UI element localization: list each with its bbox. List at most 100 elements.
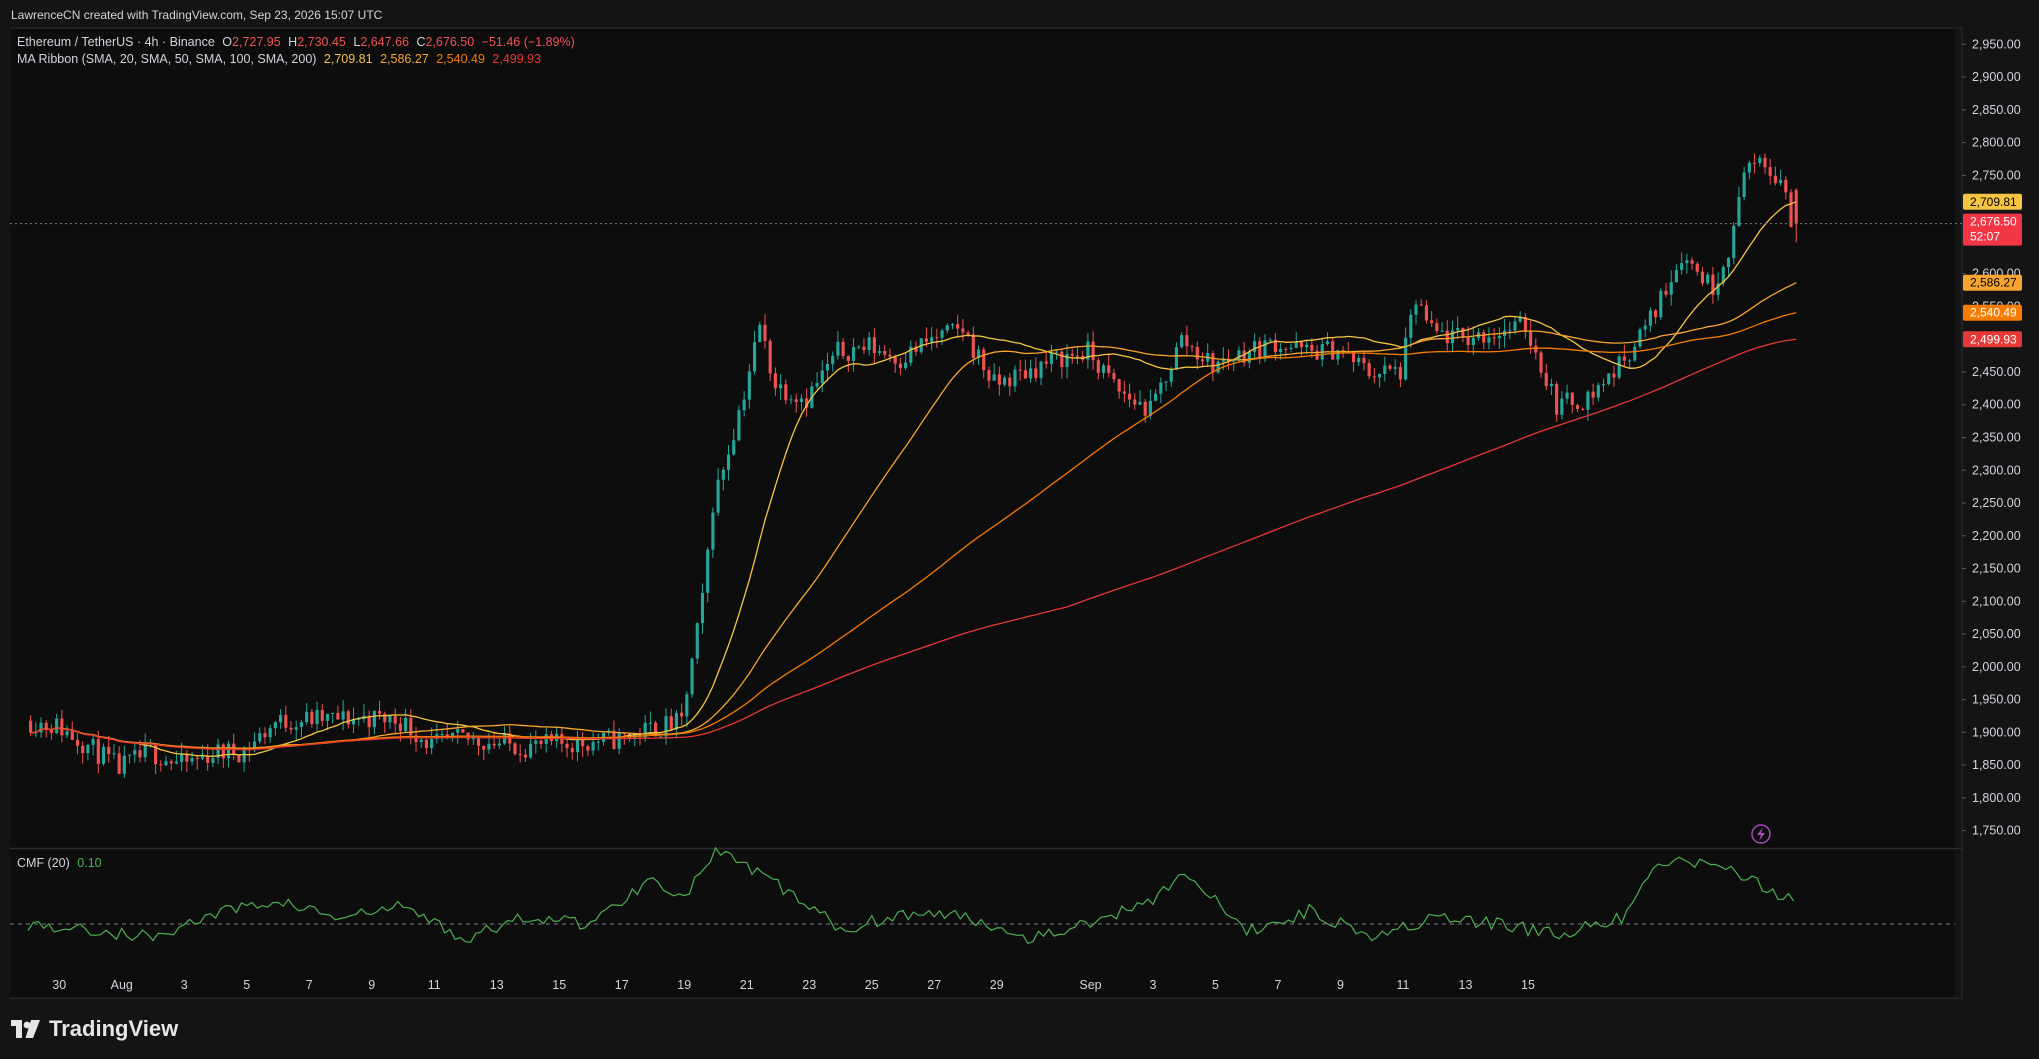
candle-body (1794, 189, 1798, 224)
candle-body (1101, 365, 1106, 373)
candle-body (1034, 368, 1038, 378)
price-tick-label: 1,800.00 (1972, 791, 2021, 805)
time-tick-label: 29 (990, 978, 1004, 992)
time-tick-label: 13 (490, 978, 504, 992)
candle-body (831, 355, 835, 364)
candle-body (1289, 347, 1293, 350)
candle-body (857, 346, 861, 348)
candle-body (1633, 346, 1637, 361)
candle-body (1726, 257, 1731, 268)
candle-body (1378, 373, 1382, 378)
candle-body (398, 723, 402, 732)
candle-body (258, 733, 262, 742)
candle-body (1154, 393, 1158, 401)
candle-body (1659, 290, 1663, 318)
candle-body (1612, 373, 1616, 378)
candle-body (195, 757, 199, 759)
candle-body (1388, 365, 1392, 369)
price-tick-label: 1,750.00 (1972, 824, 2021, 838)
price-tick-label: 2,450.00 (1972, 365, 2021, 379)
candle-body (1138, 401, 1142, 405)
candle-body (1263, 340, 1267, 358)
candle-body (1424, 305, 1428, 321)
candle-body (1643, 325, 1647, 330)
candle-body (1122, 391, 1126, 394)
candle-body (773, 373, 777, 389)
candle-body (961, 328, 965, 333)
candle-body (190, 757, 194, 762)
candle-body (1096, 360, 1100, 373)
candle-body (1284, 348, 1288, 350)
time-tick-label: 17 (615, 978, 629, 992)
candle-body (612, 730, 616, 749)
symbol-name[interactable]: Ethereum / TetherUS · 4h · Binance (17, 35, 215, 49)
candle-body (1169, 368, 1173, 382)
candle-body (487, 743, 491, 750)
candle-body (1430, 320, 1434, 324)
candle-body (1211, 353, 1215, 373)
candle-body (1789, 192, 1793, 228)
candle-body (128, 754, 132, 756)
candle-body (768, 340, 772, 374)
candle-body (685, 694, 689, 717)
candle-body (1180, 335, 1184, 348)
candle-body (1732, 225, 1736, 258)
candle-body (534, 740, 538, 744)
candle-body (1492, 337, 1496, 339)
candle-body (273, 722, 277, 729)
candle-body (1628, 360, 1632, 362)
candle-body (263, 733, 267, 738)
candle-body (872, 337, 876, 353)
candle-body (1565, 392, 1569, 399)
candle-body (86, 744, 90, 754)
candle-body (1695, 263, 1699, 272)
candle-body (1237, 350, 1241, 361)
candle-body (1471, 337, 1475, 346)
time-tick-label: 9 (1337, 978, 1344, 992)
candle-body (1690, 260, 1694, 264)
tradingview-branding[interactable]: TradingView (11, 1016, 178, 1042)
candle-body (1763, 157, 1767, 168)
candle-body (1174, 347, 1178, 369)
candle-body (570, 748, 574, 753)
candle-body (174, 761, 178, 764)
candle-body (940, 330, 944, 338)
candle-body (1450, 330, 1455, 344)
ma-ribbon-label[interactable]: MA Ribbon (SMA, 20, SMA, 50, SMA, 100, S… (17, 52, 316, 66)
candle-body (1383, 365, 1387, 374)
candle-body (1575, 404, 1580, 409)
candle-body (503, 733, 507, 744)
candle-body (289, 727, 293, 730)
candle-body (966, 332, 970, 335)
candle-body (1445, 330, 1449, 344)
candle-body (268, 728, 272, 738)
candle-body (476, 737, 481, 746)
candle-body (388, 716, 392, 723)
candle-body (117, 753, 121, 774)
candle-body (1372, 376, 1376, 378)
ma-value-20: 2,709.81 (323, 52, 373, 66)
candle-body (1128, 393, 1132, 400)
candle-body (221, 744, 225, 759)
time-tick-label: 11 (1397, 978, 1410, 992)
chart-canvas[interactable]: 2,950.00 2,900.00 2,850.00 2,800.00 2,750.00… (0, 0, 2039, 1059)
candle-body (456, 729, 460, 733)
candle-body (284, 714, 288, 728)
candle-body (29, 720, 33, 733)
candle-body (1784, 179, 1788, 193)
price-tick-label: 2,100.00 (1972, 594, 2021, 608)
candle-body (492, 743, 496, 746)
candle-body (1018, 369, 1022, 371)
candle-body (669, 716, 673, 730)
candle-body (1664, 290, 1668, 295)
candle-body (44, 722, 48, 729)
price-badge-5: 2,499.93 (1963, 331, 2022, 348)
cmf-label[interactable]: CMF (20) (17, 856, 70, 870)
candle-body (75, 739, 80, 746)
time-tick-label: 15 (1521, 978, 1535, 992)
candle-body (372, 710, 376, 728)
candle-body (1367, 363, 1371, 377)
candle-body (1049, 352, 1053, 364)
time-tick-label: 19 (677, 978, 691, 992)
time-tick-label: Aug (111, 978, 133, 992)
